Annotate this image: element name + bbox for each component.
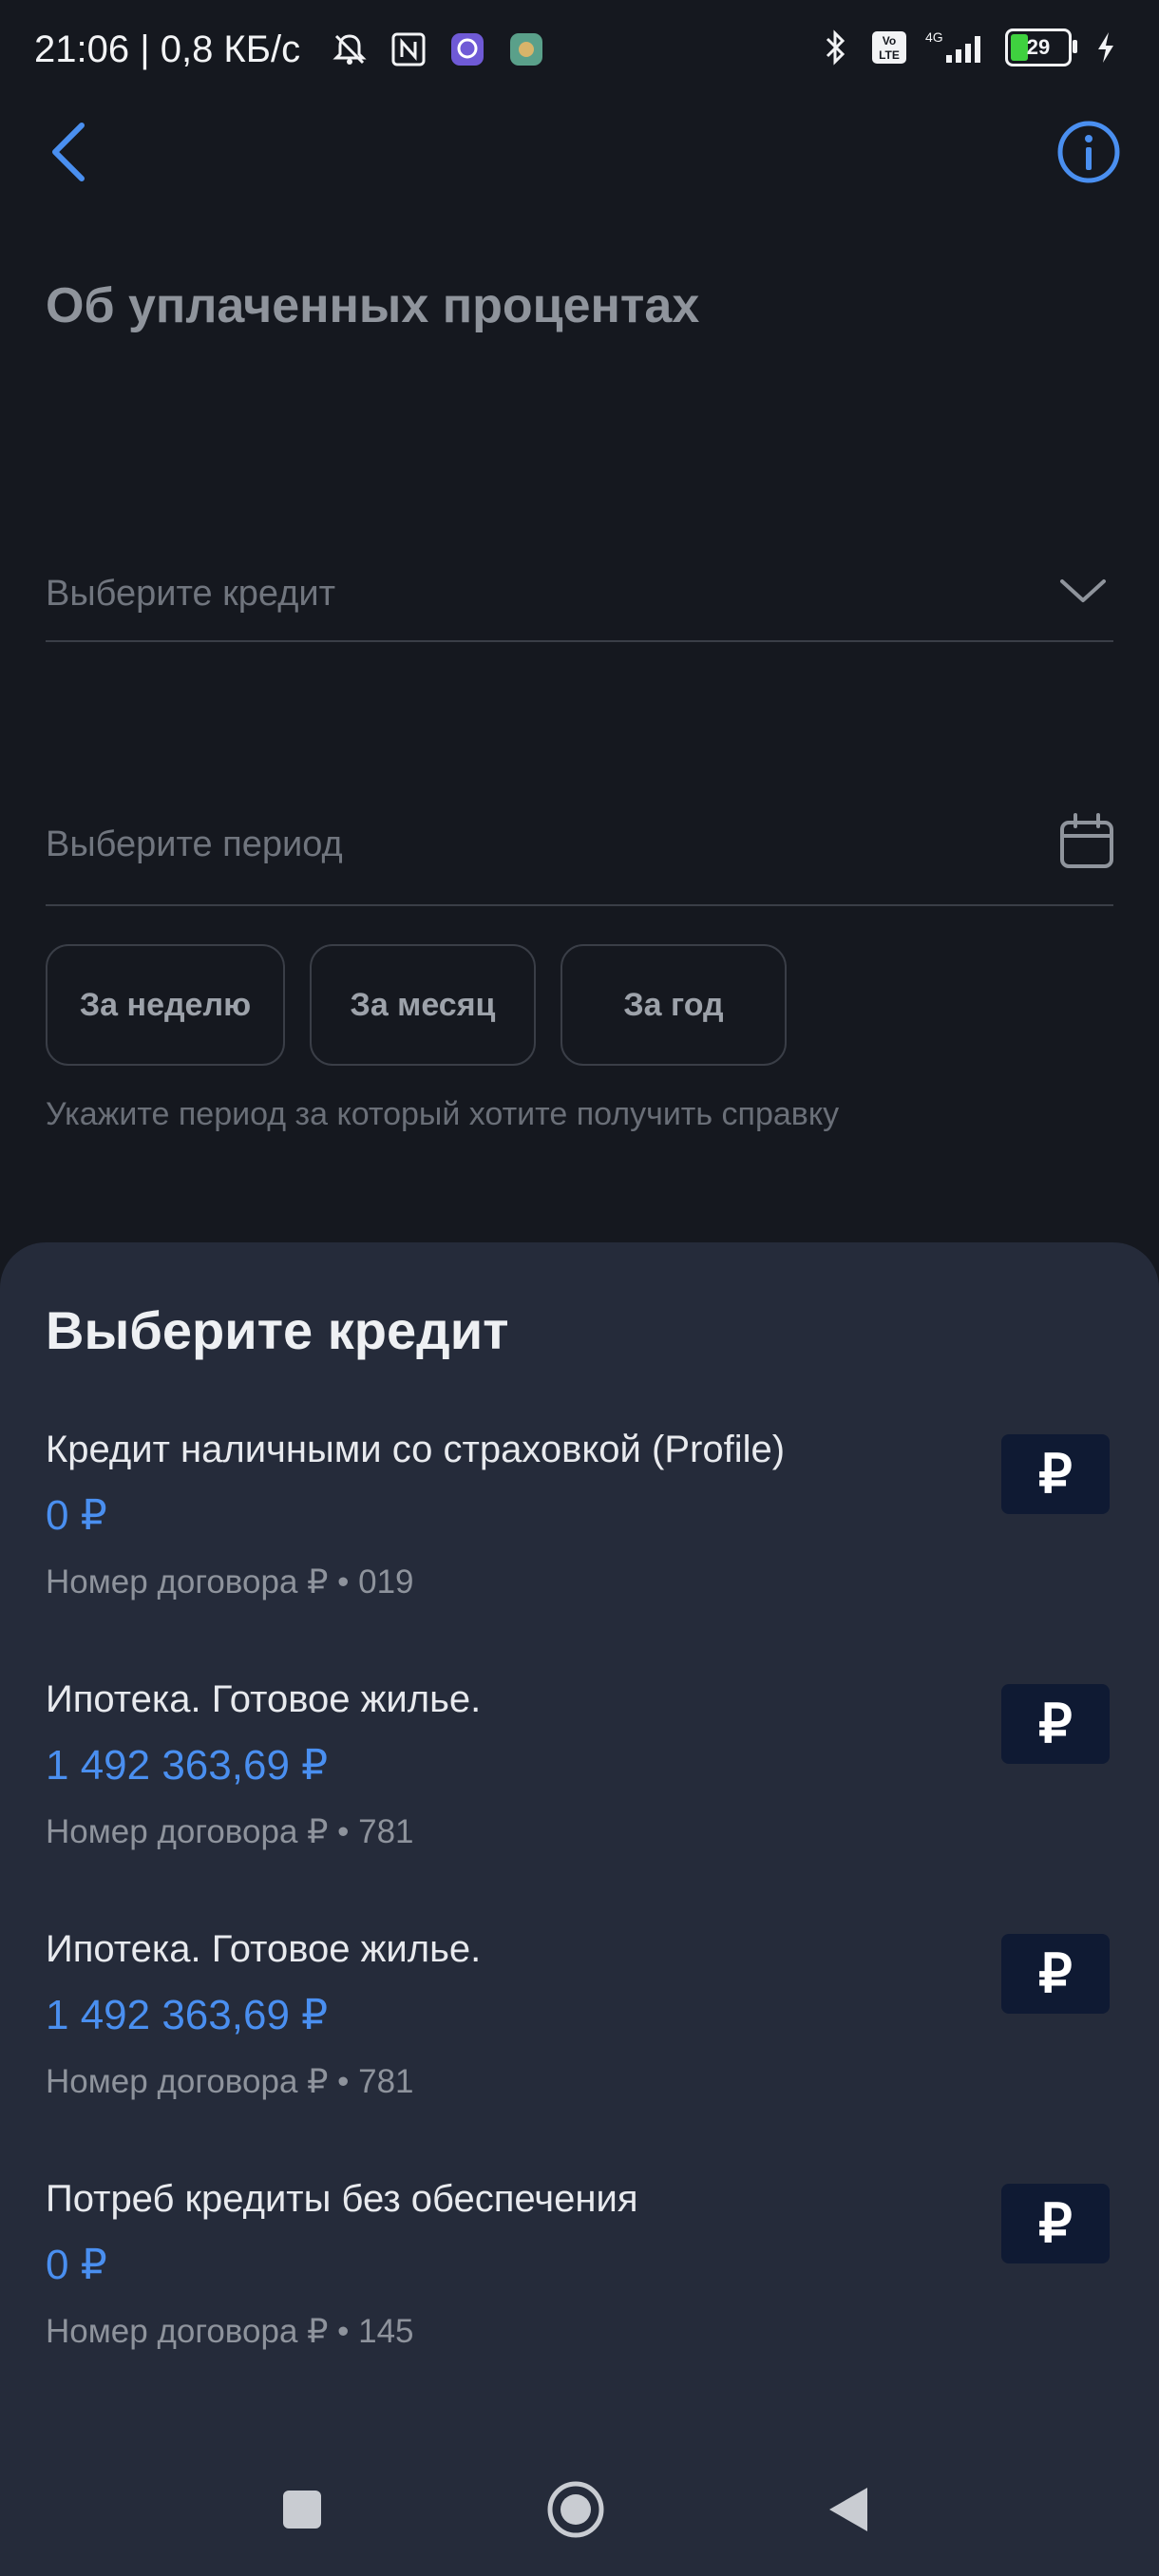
loan-item[interactable]: Потреб кредиты без обеспечения 0 ₽ Номер… [0,2178,1159,2406]
charging-icon [1087,28,1125,66]
ruble-icon: ₽ [1001,1934,1110,2014]
viber-app-icon [448,30,486,68]
chevron-down-icon [1060,579,1106,602]
signal-4g-icon: 4G [923,28,990,66]
loan-contract-number: Номер договора ₽ • 145 [46,2313,414,2350]
status-bar: 21:06 | 0,8 КБ/с Vo LTE 4G 29 [0,0,1159,104]
loan-amount: 0 ₽ [46,1492,107,1539]
svg-text:LTE: LTE [879,48,900,62]
loan-name: Ипотека. Готовое жилье. [46,1928,482,1970]
credit-select-placeholder: Выберите кредит [46,574,336,614]
status-system-icons: Vo LTE 4G 29 [817,28,1125,66]
loan-item[interactable]: Ипотека. Готовое жилье. 1 492 363,69 ₽ Н… [0,1678,1159,1906]
ruble-icon: ₽ [1001,1684,1110,1764]
loan-contract-number: Номер договора ₽ • 781 [46,2063,414,2100]
info-button[interactable] [1054,118,1123,186]
loan-item[interactable]: Ипотека. Готовое жилье. 1 492 363,69 ₽ Н… [0,1928,1159,2156]
loan-contract-number: Номер договора ₽ • 781 [46,1813,414,1850]
loan-contract-number: Номер договора ₽ • 019 [46,1563,414,1601]
square-icon [283,2491,321,2529]
volte-icon: Vo LTE [870,28,908,66]
bell-muted-icon [331,30,369,68]
calendar-icon[interactable] [1056,811,1117,872]
nfc-icon [390,30,428,68]
svg-text:Vo: Vo [883,34,896,47]
loan-item[interactable]: Кредит наличными со страховкой (Profile)… [0,1429,1159,1657]
period-chip-week[interactable]: За неделю [46,944,285,1066]
back-button[interactable] [38,114,99,190]
info-icon [1057,121,1120,183]
period-chip-year[interactable]: За год [560,944,787,1066]
ruble-icon: ₽ [1001,2184,1110,2263]
loan-name: Ипотека. Готовое жилье. [46,1678,482,1720]
ruble-icon: ₽ [1001,1434,1110,1514]
loan-name: Потреб кредиты без обеспечения [46,2178,638,2220]
bluetooth-icon [817,28,855,66]
home-button[interactable] [538,2472,614,2548]
battery-level: 29 [1026,35,1051,59]
app-notification-icon [507,30,545,68]
period-select-placeholder: Выберите период [46,824,343,864]
triangle-back-icon [829,2488,867,2531]
status-time-speed: 21:06 | 0,8 КБ/с [34,28,301,70]
period-chip-month[interactable]: За месяц [310,944,536,1066]
loan-amount: 1 492 363,69 ₽ [46,1992,329,2038]
recent-apps-button[interactable] [264,2472,340,2548]
loan-name: Кредит наличными со страховкой (Profile) [46,1429,786,1470]
svg-text:4G: 4G [925,29,943,45]
system-back-button[interactable] [809,2472,885,2548]
period-hint: Укажите период за который хотите получит… [46,1096,840,1132]
credit-select[interactable]: Выберите кредит [46,560,1113,642]
circle-icon [547,2481,604,2538]
battery-icon: 29 [1005,28,1077,66]
page-title: Об уплаченных процентах [46,278,700,333]
loan-amount: 1 492 363,69 ₽ [46,1742,329,1789]
sheet-title: Выберите кредит [46,1300,509,1360]
chevron-left-icon [52,123,85,181]
loan-amount: 0 ₽ [46,2242,107,2288]
period-select[interactable]: Выберите период [46,807,1113,906]
status-notification-icons [331,30,545,68]
